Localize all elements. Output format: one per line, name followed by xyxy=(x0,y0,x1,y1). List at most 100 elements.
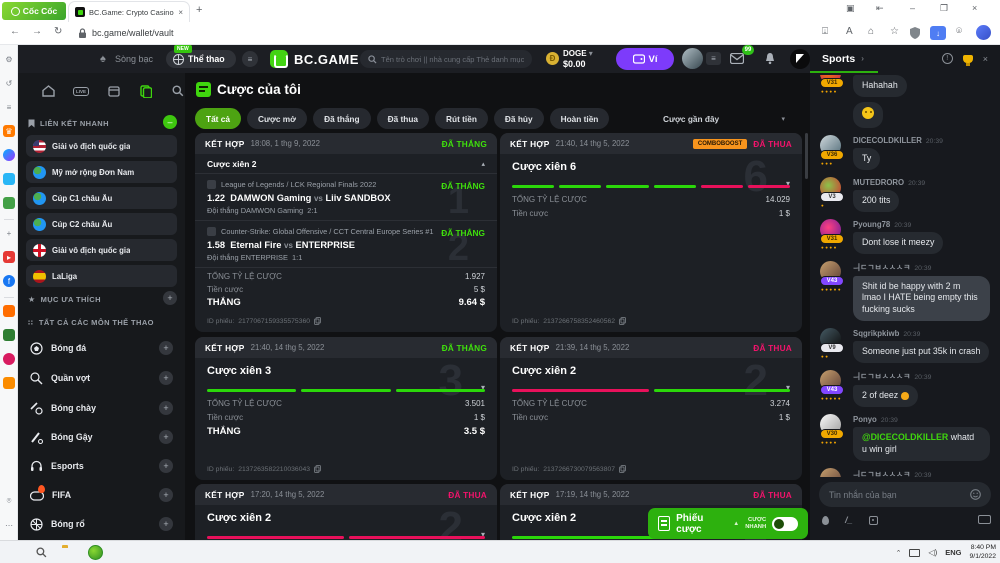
gif-keyboard-icon[interactable] xyxy=(978,515,991,524)
messenger-icon[interactable] xyxy=(3,149,15,161)
casino-tab-label[interactable]: Sòng bạc xyxy=(115,54,153,64)
sidebar-search-icon[interactable] xyxy=(170,83,186,99)
bookmark-star-icon[interactable]: ☆ xyxy=(890,26,899,37)
my-bets-icon[interactable] xyxy=(138,83,154,99)
bet-card[interactable]: KẾT HỢP 18:08, 1 thg 9, 2022 ĐÃ THẮNG Cư… xyxy=(195,133,497,332)
ticket-id[interactable]: ID phiếu:2137266730079563807 xyxy=(512,465,626,473)
flower-app-icon[interactable] xyxy=(3,353,15,365)
promo-flag-icon[interactable] xyxy=(790,49,810,69)
news-feed-icon[interactable]: ≡ xyxy=(3,101,15,113)
bcgame-logo-icon[interactable] xyxy=(270,50,288,68)
chat-close-icon[interactable]: × xyxy=(983,54,988,64)
taskbar-search-icon[interactable] xyxy=(36,547,47,558)
coccoc-brand-button[interactable]: Cốc Cốc xyxy=(2,2,66,20)
clock[interactable]: 8:40 PM9/1/2022 xyxy=(970,544,996,561)
sport-item-football[interactable]: Bóng đá + xyxy=(26,337,177,359)
filter-lost[interactable]: Đã thua xyxy=(377,108,429,129)
restore-button[interactable]: ❐ xyxy=(940,3,948,14)
mail-icon[interactable] xyxy=(730,53,744,64)
facebook-icon[interactable]: f xyxy=(3,275,15,287)
emoji-icon[interactable] xyxy=(970,489,981,500)
rail-more-icon[interactable]: ⋯ xyxy=(3,519,15,531)
sort-dropdown[interactable]: Cược gần đây ▾ xyxy=(655,109,793,129)
bet-card[interactable]: KẾT HỢP 21:39, 14 thg 5, 2022 ĐÃ THUA Cư… xyxy=(500,337,802,480)
dice-icon[interactable] xyxy=(869,516,878,525)
quick-link-item[interactable]: Cúp C2 châu Âu xyxy=(26,213,177,235)
expand-icon[interactable]: + xyxy=(159,341,173,355)
forward-icon[interactable]: → xyxy=(32,26,42,37)
url-text[interactable]: bc.game/wallet/vault xyxy=(92,28,174,38)
username[interactable]: Sqgrikpkiwb20:39 xyxy=(853,329,990,338)
username[interactable]: DICECOLDKILLER20:39 xyxy=(853,136,990,145)
copy-icon[interactable] xyxy=(314,465,321,473)
quick-link-item[interactable]: Giải vô địch quốc gia xyxy=(26,135,177,157)
main-scrollbar[interactable] xyxy=(805,133,808,179)
bcgame-logo-text[interactable]: BC.GAME xyxy=(294,52,359,67)
new-tab-button[interactable]: + xyxy=(196,4,202,16)
save-to-device-icon[interactable]: ⍗ xyxy=(822,26,828,37)
expand-icon[interactable]: + xyxy=(159,459,173,473)
close-button[interactable]: × xyxy=(972,3,977,13)
expand-icon[interactable]: + xyxy=(159,401,173,415)
collapse-nav-button[interactable]: ≡ xyxy=(242,51,258,67)
filter-cancelled[interactable]: Đã hủy xyxy=(494,108,544,129)
filter-cashout[interactable]: Rút tiền xyxy=(435,108,488,129)
sport-item-basketball[interactable]: Bóng rổ + xyxy=(26,513,177,535)
copy-icon[interactable] xyxy=(619,465,626,473)
expand-icon[interactable]: + xyxy=(159,517,173,531)
youtube-icon[interactable]: ▸ xyxy=(3,251,15,263)
parlay-toggle[interactable]: Cược xiên 2 ▴ xyxy=(195,154,497,174)
ticket-id[interactable]: ID phiếu:2137266758352460562 xyxy=(512,317,626,325)
filter-all[interactable]: Tất cả xyxy=(195,108,241,129)
reload-icon[interactable]: ↻ xyxy=(54,26,62,37)
sport-item-tennis[interactable]: Quần vợt + xyxy=(26,367,177,389)
search-bar[interactable]: Tên trò chơi || nhà cung cấp Thẻ danh mụ… xyxy=(360,50,532,68)
shield-icon[interactable] xyxy=(910,27,920,39)
pin-icon[interactable]: ⇤ xyxy=(876,3,884,14)
username[interactable]: Pyoung7820:39 xyxy=(853,220,990,229)
quick-link-item[interactable]: Mỹ mở rộng Đơn Nam xyxy=(26,161,177,183)
cart-app-icon[interactable] xyxy=(3,377,15,389)
filter-open[interactable]: Cược mở xyxy=(247,108,307,129)
gamepad-icon[interactable] xyxy=(3,197,15,209)
coccoc-taskbar-icon[interactable] xyxy=(88,545,103,560)
username[interactable]: MUTEDRORO20:39 xyxy=(853,178,990,187)
rail-bell-icon[interactable]: ⌾ xyxy=(3,495,15,507)
bell-icon[interactable] xyxy=(764,52,776,65)
currency-selector[interactable]: DOGE ▾ xyxy=(563,49,593,58)
speaker-icon[interactable]: ◁) xyxy=(928,548,937,557)
filter-won[interactable]: Đã thắng xyxy=(313,108,371,129)
expand-icon[interactable]: + xyxy=(159,430,173,444)
betslip-button[interactable]: Phiếu cược ▲ CƯỢCNHANH xyxy=(648,508,808,539)
trophy-icon[interactable] xyxy=(963,55,973,63)
bet-card[interactable]: KẾT HỢP 17:20, 14 thg 5, 2022 ĐÃ THUA Cư… xyxy=(195,484,497,540)
username[interactable]: Ponyo20:39 xyxy=(853,415,990,424)
settings-gear-icon[interactable]: ⚙ xyxy=(3,53,15,65)
download-manager-icon[interactable]: ↓ xyxy=(930,26,946,40)
username[interactable]: ㅢㄷㄱㅂㅅㅅㅅㅋ20:39 xyxy=(853,371,990,382)
wallet-button[interactable]: Ví xyxy=(616,48,674,70)
user-mention[interactable]: @DICECOLDKILLER xyxy=(862,432,948,442)
ticket-id[interactable]: ID phiếu:2137263582210036043 xyxy=(207,465,321,473)
rain-tip-icon[interactable] xyxy=(822,516,829,525)
user-avatar[interactable] xyxy=(682,48,703,69)
quick-link-item[interactable]: Giải vô địch quốc gia xyxy=(26,239,177,261)
copy-icon[interactable] xyxy=(314,317,321,325)
tray-expand-icon[interactable]: ⌃ xyxy=(896,549,902,557)
promo-app-icon[interactable] xyxy=(3,329,15,341)
bet-card[interactable]: KẾT HỢP 21:40, 14 thg 5, 2022 COMBOBOOST… xyxy=(500,133,802,332)
username[interactable]: ㅢㄷㄱㅂㅅㅅㅅㅋ20:39 xyxy=(853,262,990,273)
chat-room-label[interactable]: Sports xyxy=(822,53,855,65)
filter-refund[interactable]: Hoàn tiền xyxy=(550,108,610,129)
browser-tab[interactable]: BC.Game: Crypto Casino Gan × xyxy=(68,1,190,22)
share-icon[interactable]: ⌂ xyxy=(868,26,874,37)
quick-link-item[interactable]: LaLiga xyxy=(26,265,177,287)
live-events-icon[interactable]: LIVE xyxy=(70,83,92,99)
sport-item-baseball[interactable]: Bóng chày + xyxy=(26,397,177,419)
sport-item-esports[interactable]: Esports + xyxy=(26,455,177,477)
quick-bet-toggle[interactable] xyxy=(772,517,798,531)
network-icon[interactable] xyxy=(909,549,920,557)
translate-icon[interactable]: A xyxy=(846,26,853,37)
sport-item-fifa[interactable]: FIFA + xyxy=(26,484,177,506)
user-menu-icon[interactable]: ≡ xyxy=(706,52,721,65)
